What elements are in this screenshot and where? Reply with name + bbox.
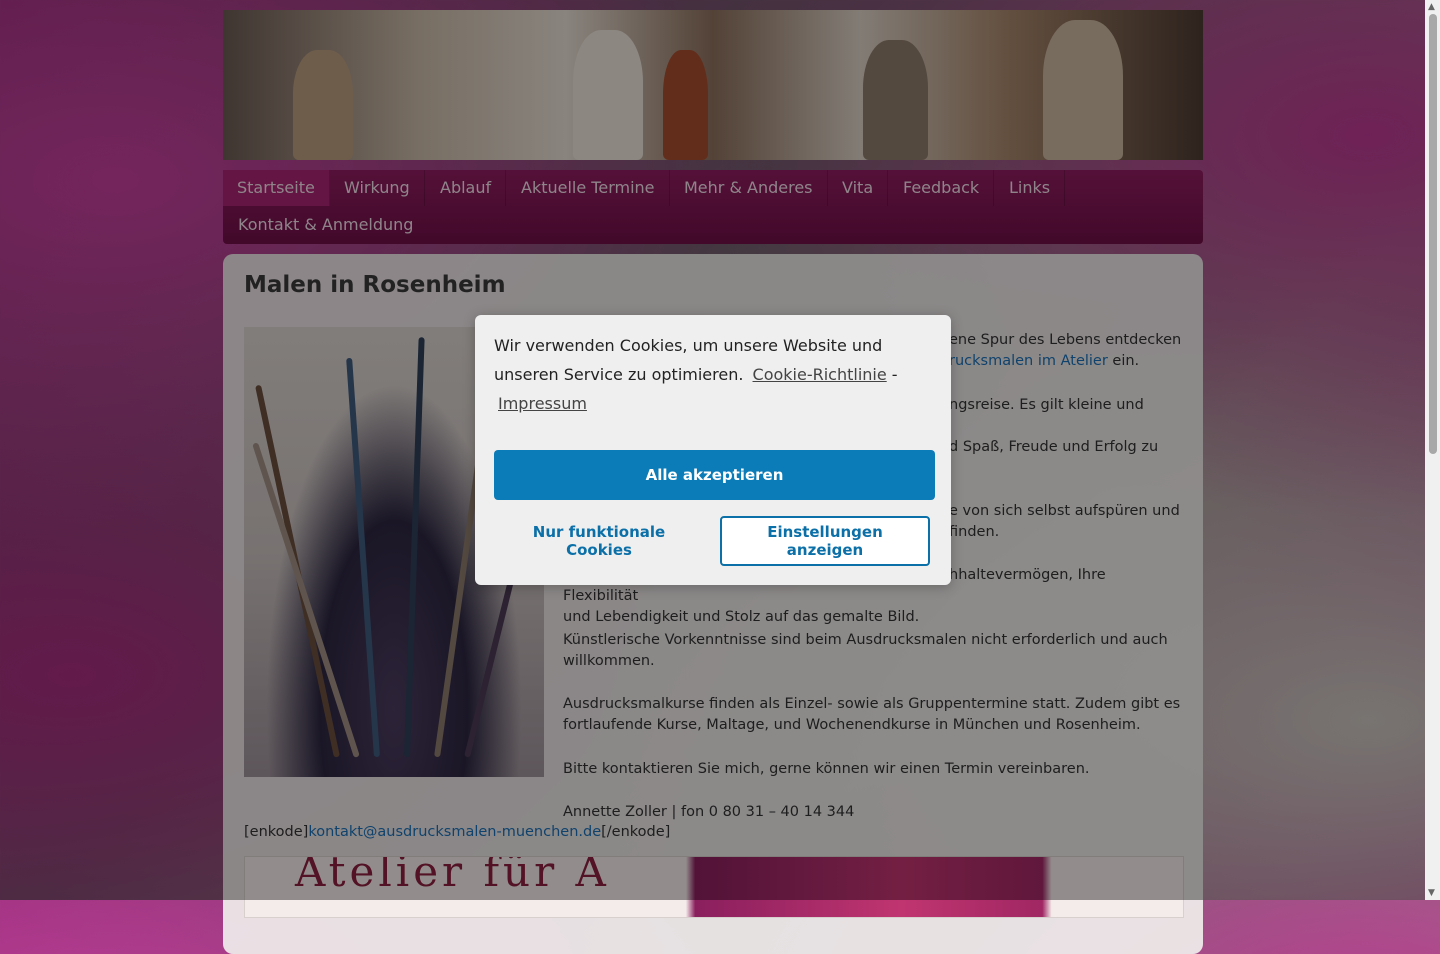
cookie-consent-dialog: Wir verwenden Cookies, um unsere Website… — [475, 315, 951, 585]
functional-cookies-button[interactable]: Nur funktionale Cookies — [494, 516, 704, 566]
cookie-message: Wir verwenden Cookies, um unsere Website… — [494, 336, 898, 413]
scroll-down-arrow-icon[interactable]: ▼ — [1428, 888, 1435, 898]
scroll-up-arrow-icon[interactable]: ▲ — [1428, 2, 1435, 12]
show-settings-button[interactable]: Einstellungen anzeigen — [720, 516, 930, 566]
scrollbar-thumb[interactable] — [1429, 14, 1437, 454]
page-scrollbar[interactable]: ▲ ▼ — [1425, 0, 1440, 900]
cookie-policy-link[interactable]: Cookie-Richtlinie — [753, 365, 887, 384]
imprint-link[interactable]: Impressum — [498, 394, 587, 413]
accept-all-button[interactable]: Alle akzeptieren — [494, 450, 935, 500]
